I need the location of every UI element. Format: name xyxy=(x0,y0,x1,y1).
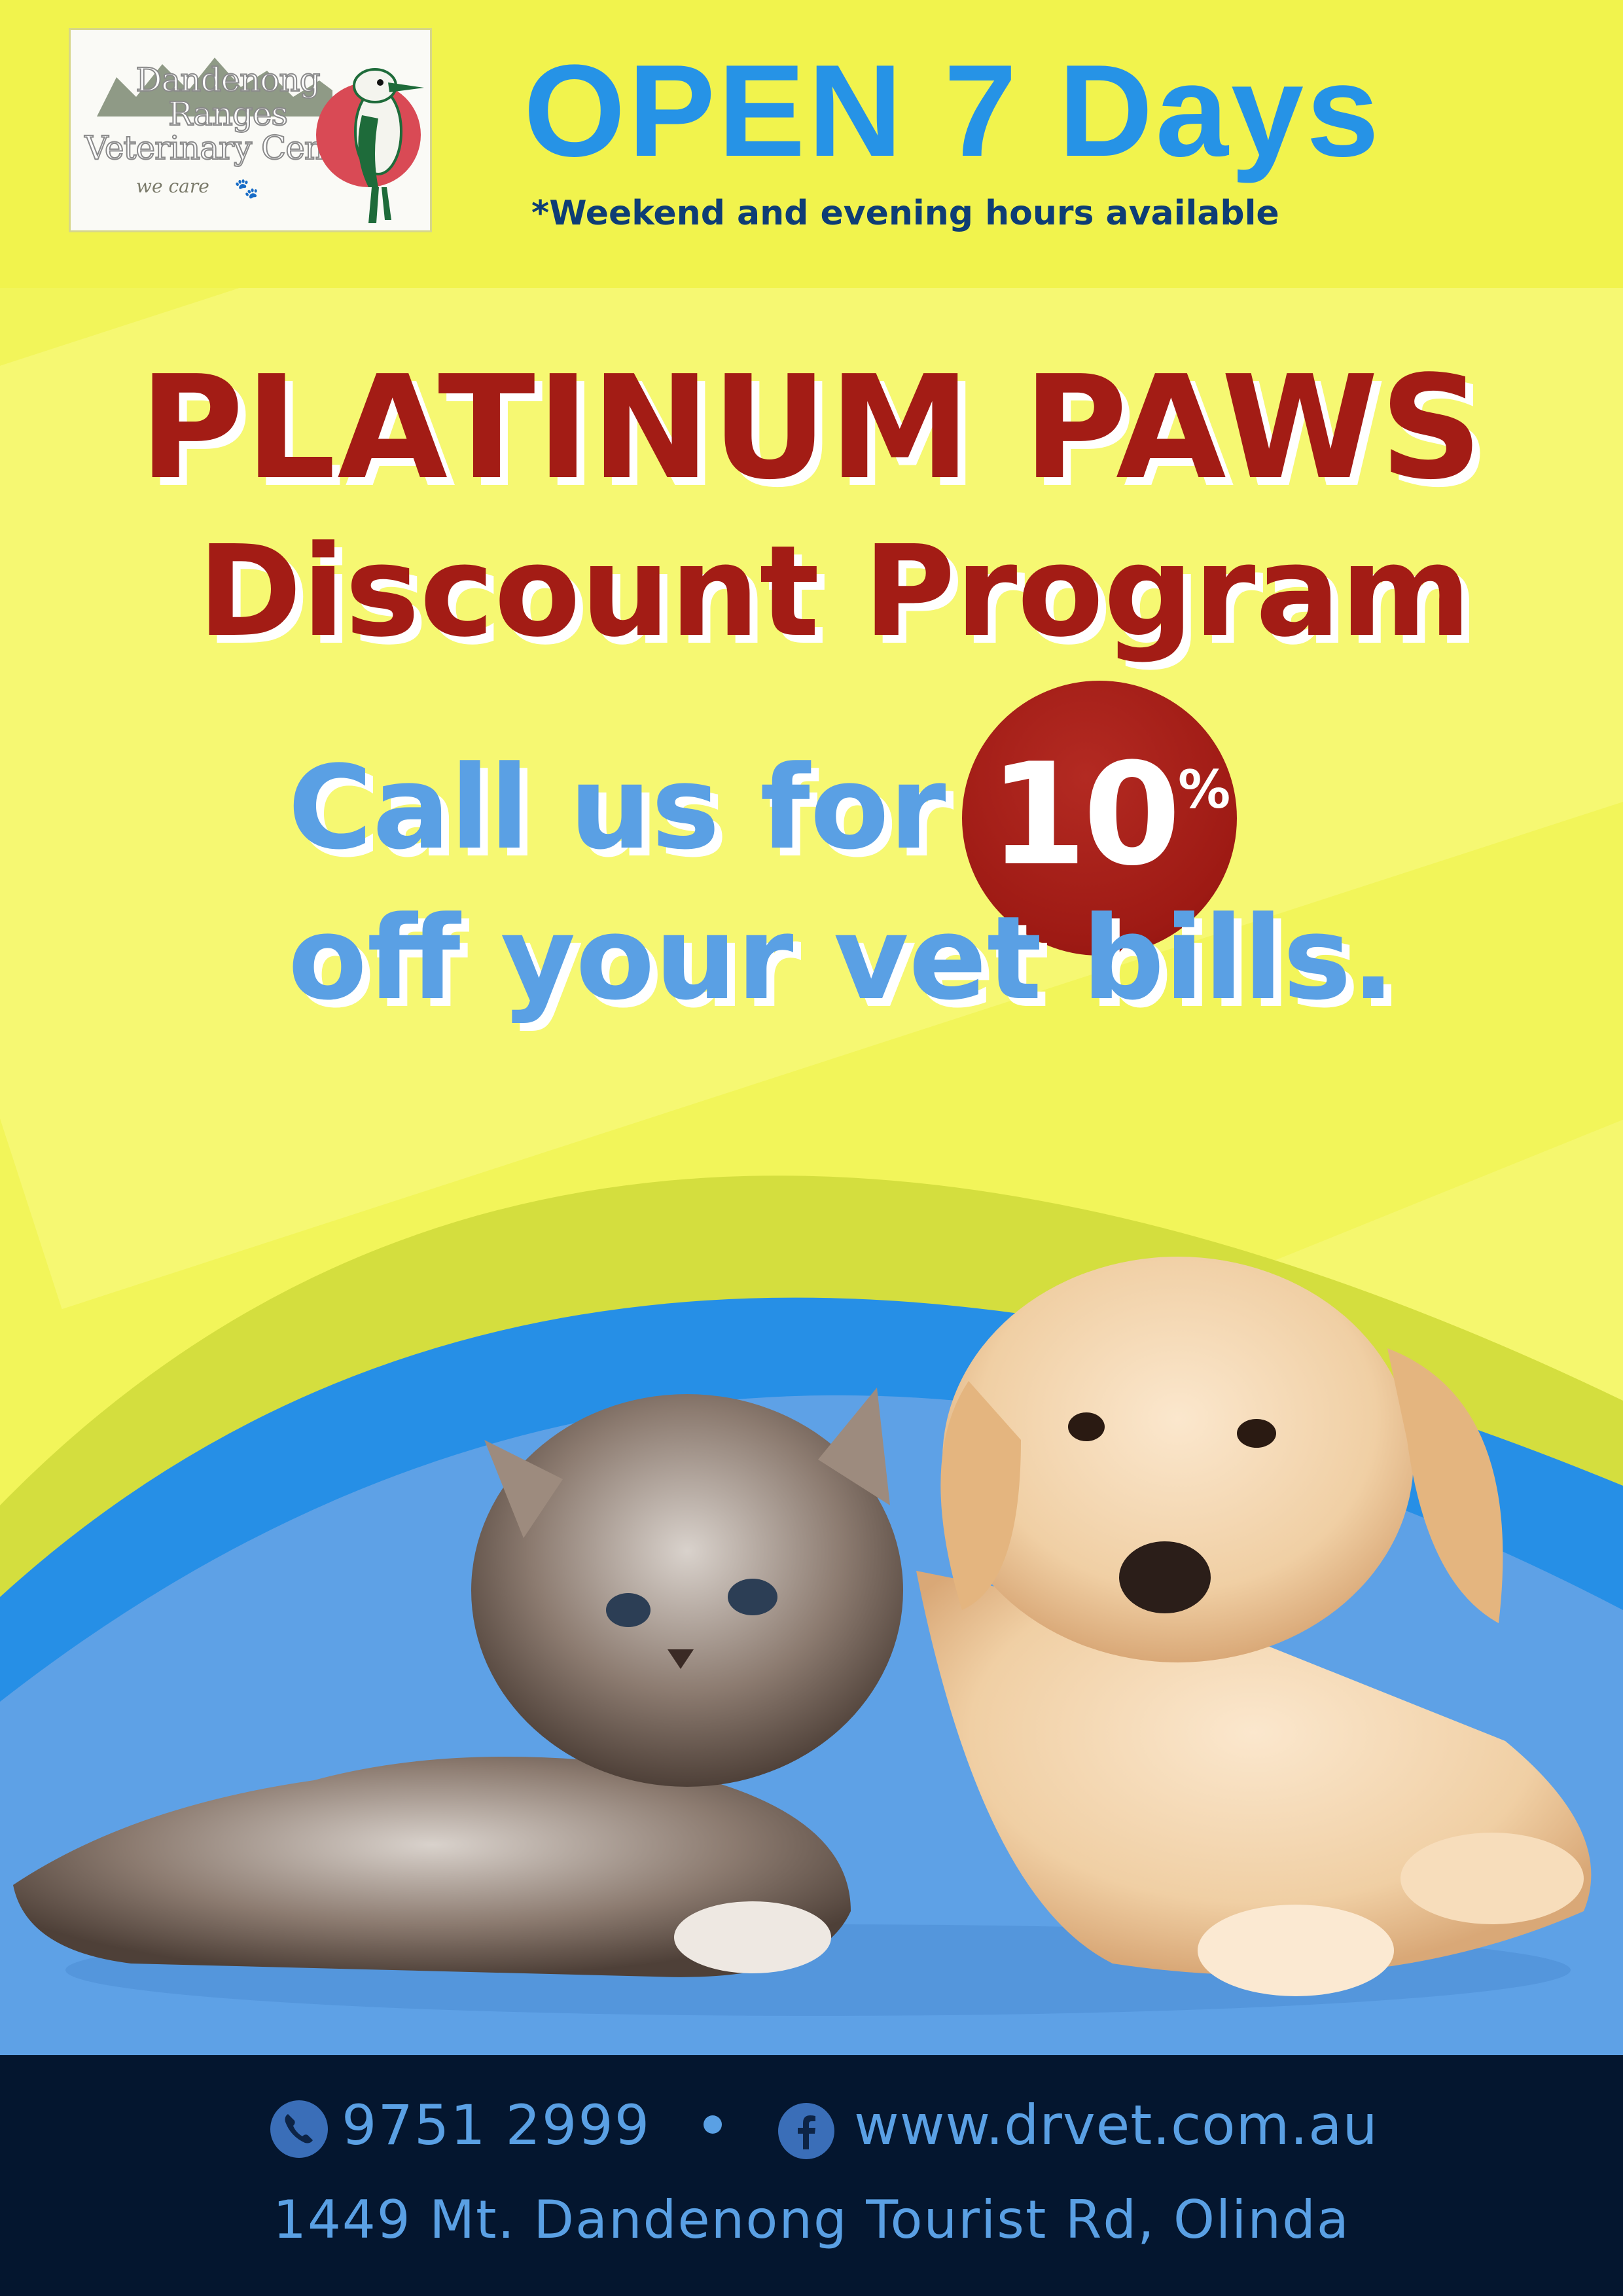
discount-value: 10 xyxy=(989,732,1181,897)
call-to-action-line-1: Call us for xyxy=(288,741,946,875)
contact-row: 9751 2999 www.drvet.com.au xyxy=(0,2088,1623,2160)
contact-footer: 9751 2999 www.drvet.com.au 1449 Mt. Dand… xyxy=(0,2055,1623,2296)
phone-number[interactable]: 9751 2999 xyxy=(342,2093,651,2157)
program-subtitle: Discount Program xyxy=(197,519,1472,665)
phone-icon xyxy=(270,2100,328,2158)
program-title: PLATINUM PAWS xyxy=(139,346,1484,511)
clinic-logo: Dandenong Ranges Veterinary Centre we ca… xyxy=(69,28,432,232)
open-hours-heading: OPEN 7 Days xyxy=(524,38,1382,184)
clinic-address: 1449 Mt. Dandenong Tourist Rd, Olinda xyxy=(273,2189,1350,2250)
kitten-and-puppy-image xyxy=(13,1257,1592,2016)
facebook-icon xyxy=(778,2103,834,2159)
kookaburra-logo-icon xyxy=(316,68,424,223)
hours-note: *Weekend and evening hours available xyxy=(531,194,1279,233)
percent-symbol: % xyxy=(1178,759,1231,820)
call-to-action-line-2: off your vet bills. xyxy=(288,891,1395,1026)
website-link[interactable]: www.drvet.com.au xyxy=(854,2093,1378,2157)
separator-dot xyxy=(704,2115,722,2134)
paw-icon: 🐾 xyxy=(234,177,259,200)
logo-tagline: we care xyxy=(136,175,209,197)
